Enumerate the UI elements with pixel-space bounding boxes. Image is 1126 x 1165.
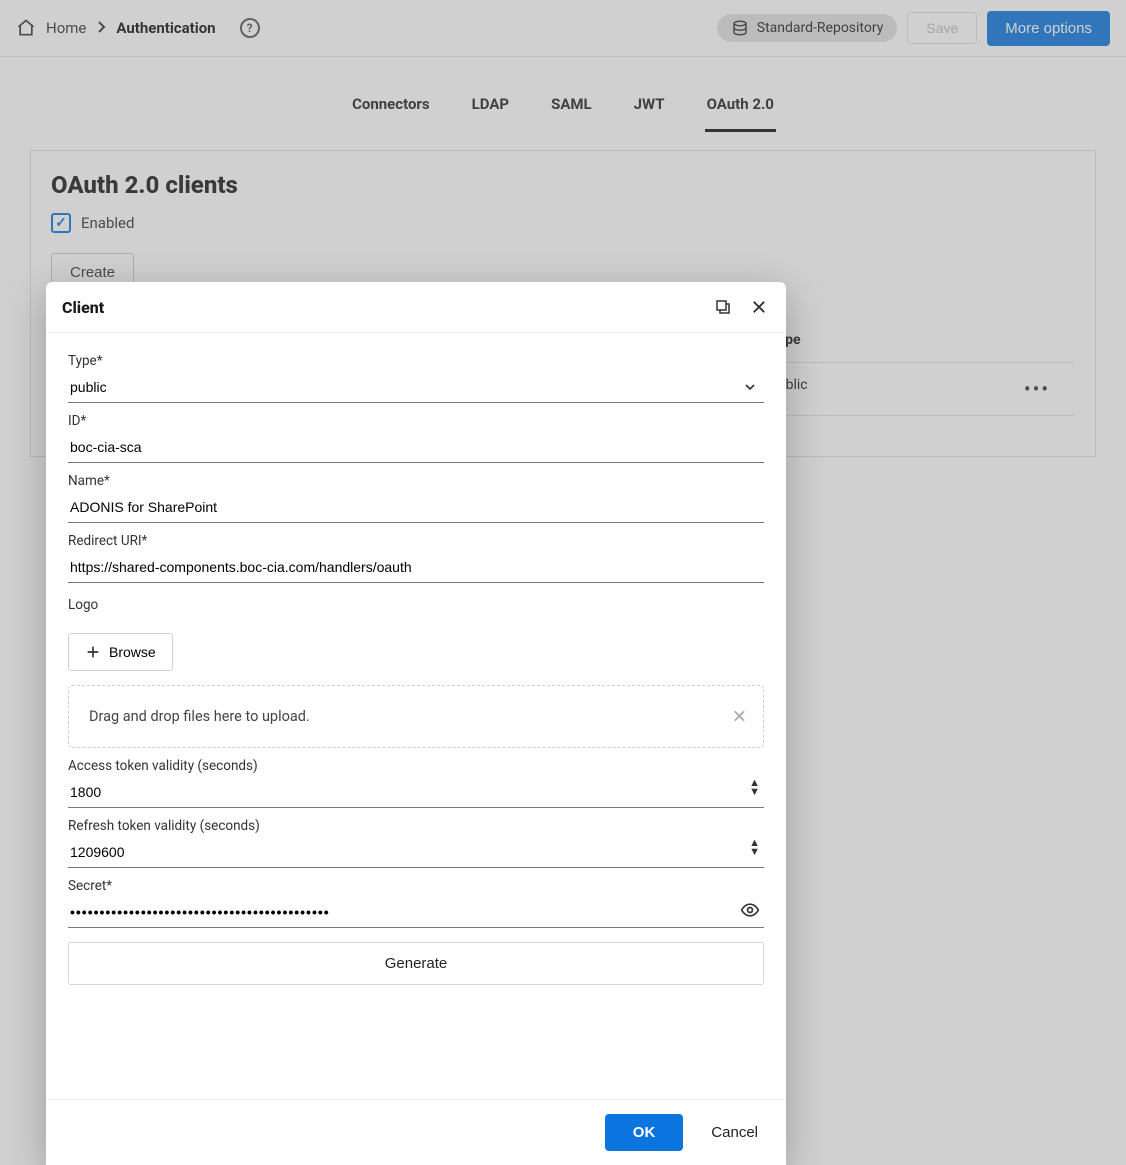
cancel-button[interactable]: Cancel xyxy=(705,1123,764,1142)
ok-button[interactable]: OK xyxy=(605,1114,684,1151)
dropzone-text: Drag and drop files here to upload. xyxy=(89,708,310,725)
id-label: ID* xyxy=(68,413,764,429)
close-icon[interactable] xyxy=(748,296,770,318)
logo-dropzone[interactable]: Drag and drop files here to upload. ✕ xyxy=(68,685,764,748)
name-label: Name* xyxy=(68,473,764,489)
access-label: Access token validity (seconds) xyxy=(68,758,764,774)
expand-icon[interactable] xyxy=(712,296,734,318)
browse-button[interactable]: Browse xyxy=(68,633,173,671)
secret-input[interactable] xyxy=(68,898,764,928)
refresh-token-input[interactable] xyxy=(68,838,764,868)
secret-label: Secret* xyxy=(68,878,764,894)
redirect-input[interactable] xyxy=(68,553,764,583)
generate-button[interactable]: Generate xyxy=(68,942,764,985)
name-input[interactable] xyxy=(68,493,764,523)
refresh-spinner[interactable]: ▲▼ xyxy=(749,838,760,856)
dropzone-clear-icon[interactable]: ✕ xyxy=(732,706,747,727)
logo-label: Logo xyxy=(68,597,764,613)
modal-header: Client xyxy=(46,282,786,333)
modal-body: Type* ID* Name* Redirect URI* Logo xyxy=(46,333,786,1099)
eye-icon[interactable] xyxy=(740,900,760,924)
redirect-label: Redirect URI* xyxy=(68,533,764,549)
id-input[interactable] xyxy=(68,433,764,463)
type-select[interactable] xyxy=(68,373,764,403)
client-modal: Client Type* ID* Name* Redirec xyxy=(46,282,786,1165)
access-token-input[interactable] xyxy=(68,778,764,808)
type-label: Type* xyxy=(68,353,764,369)
modal-title: Client xyxy=(62,298,698,317)
refresh-label: Refresh token validity (seconds) xyxy=(68,818,764,834)
modal-footer: OK Cancel xyxy=(46,1099,786,1165)
access-spinner[interactable]: ▲▼ xyxy=(749,778,760,796)
browse-label: Browse xyxy=(109,644,156,660)
